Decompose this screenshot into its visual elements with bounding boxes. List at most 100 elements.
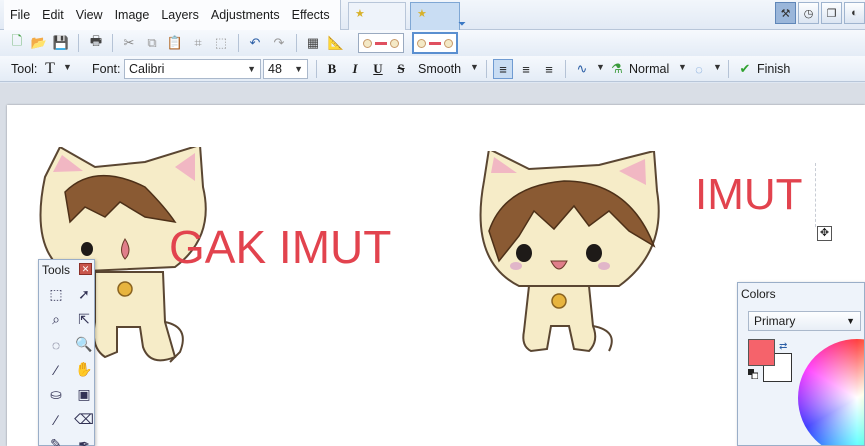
align-center-icon[interactable]: ≡	[516, 59, 536, 79]
chevron-down-icon: ▼	[294, 64, 303, 74]
zoom-icon[interactable]: 🔍	[72, 332, 96, 357]
color-picker-icon[interactable]: ✒	[72, 432, 96, 446]
blend-mode-select[interactable]: Normal	[629, 62, 669, 76]
text-tool-icon[interactable]: T	[40, 59, 60, 79]
cat-character-right	[479, 151, 660, 353]
magic-wand-icon[interactable]: ⁄	[44, 357, 68, 382]
font-size-select[interactable]: 48 ▼	[263, 59, 308, 79]
paste-icon[interactable]: 📋	[166, 34, 184, 52]
canvas-text-left: GAK IMUT	[169, 221, 392, 273]
tools-toggle-icon[interactable]: ⚒	[775, 2, 796, 24]
menu-effects[interactable]: Effects	[286, 0, 336, 30]
close-icon[interactable]: ✕	[79, 263, 92, 275]
document-tab-2[interactable]: ★	[410, 2, 460, 30]
new-file-icon[interactable]: 🗋	[8, 33, 26, 52]
redo-icon[interactable]: ↷	[270, 34, 288, 52]
blend-dropdown-icon[interactable]: ▼	[596, 62, 605, 72]
tool-grid: ⬚ ➚ ⌕ ⇱ ◌ 🔍 ⁄ ✋ ⛀ ▣ ∕ ⌫ ✎ ✒	[44, 282, 96, 446]
primary-color-swatch[interactable]	[748, 339, 775, 366]
canvas-text-right: IMUT	[695, 170, 803, 219]
image-thumbnail-1[interactable]	[358, 33, 404, 53]
separator	[316, 60, 317, 78]
menu-edit[interactable]: Edit	[36, 0, 70, 30]
reset-colors-icon[interactable]	[748, 369, 758, 379]
bold-button[interactable]: B	[322, 59, 342, 79]
swap-colors-icon[interactable]: ⇄	[779, 341, 787, 352]
thumbnail-text	[375, 41, 387, 45]
ellipse-select-icon[interactable]: ◌	[44, 332, 68, 357]
grid-icon[interactable]: ▦	[304, 34, 322, 52]
ruler-icon[interactable]: 📐	[327, 34, 345, 52]
strikethrough-button[interactable]: S	[391, 59, 411, 79]
tool-dropdown-icon[interactable]: ▼	[63, 62, 72, 72]
menu-layers[interactable]: Layers	[155, 0, 205, 30]
antialias-dropdown-icon[interactable]: ▼	[470, 62, 479, 72]
tools-window-title: Tools	[42, 263, 71, 277]
colors-toggle-icon[interactable]: ◐	[844, 2, 865, 24]
copy-icon[interactable]: ⧉	[143, 34, 161, 52]
image-thumbnail-2[interactable]	[412, 32, 458, 54]
crop-icon[interactable]: ⌗	[189, 34, 207, 52]
menu-adjustments[interactable]: Adjustments	[205, 0, 286, 30]
thumbnail-cat	[390, 38, 399, 48]
pencil-icon[interactable]: ✎	[44, 432, 68, 446]
main-toolbar: 🗋 📂 💾 🖶 ✂ ⧉ 📋 ⌗ ⬚ ↶ ↷ ▦ 📐	[0, 30, 865, 56]
thumbnail-text	[429, 41, 441, 45]
blend-curve-icon[interactable]: ∿	[572, 59, 592, 79]
history-toggle-icon[interactable]: ◷	[798, 2, 819, 24]
color-mode-select[interactable]: Primary ▼	[748, 311, 861, 331]
save-icon[interactable]: 💾	[52, 34, 70, 52]
selection-mode-icon[interactable]: ◌	[689, 59, 709, 79]
star-icon: ★	[355, 8, 365, 20]
finish-button[interactable]: Finish	[757, 62, 790, 76]
document-tab-1[interactable]: ★	[348, 2, 406, 30]
separator	[238, 34, 239, 52]
selection-mode-dropdown-icon[interactable]: ▼	[713, 62, 722, 72]
menu-image[interactable]: Image	[109, 0, 156, 30]
chevron-down-icon: ▼	[247, 64, 256, 74]
colors-window-title: Colors	[741, 287, 776, 301]
window-buttons: ⚒ ◷ ❐ ◐	[775, 2, 865, 24]
eraser-icon[interactable]: ⌫	[72, 407, 96, 432]
colors-window: Colors Primary ▼ ⇄	[737, 282, 865, 446]
underline-button[interactable]: U	[368, 59, 388, 79]
lasso-select-icon[interactable]: ⌕	[44, 307, 68, 332]
align-right-icon[interactable]: ≡	[539, 59, 559, 79]
workspace: GAK IMUT IMUT ✥	[0, 83, 865, 446]
open-folder-icon[interactable]: 📂	[30, 34, 48, 52]
paint-bucket-icon[interactable]: ⛀	[44, 382, 68, 407]
rectangle-select-icon[interactable]: ⬚	[44, 282, 68, 307]
text-tool-toolbar: Tool: T ▼ Font: Calibri ▼ 48 ▼ B I U S Smo…	[0, 56, 865, 82]
font-label: Font:	[92, 62, 121, 76]
align-left-icon[interactable]: ≡	[493, 59, 513, 79]
move-handle-icon[interactable]: ✥	[817, 226, 832, 241]
deselect-icon[interactable]: ⬚	[212, 34, 230, 52]
color-wheel[interactable]	[798, 339, 864, 445]
chevron-down-icon: ▼	[846, 316, 855, 326]
move-selected-icon[interactable]: ➚	[72, 282, 96, 307]
italic-button[interactable]: I	[345, 59, 365, 79]
separator	[728, 60, 729, 78]
flask-icon[interactable]: ⚗	[607, 59, 627, 79]
separator	[565, 60, 566, 78]
layers-toggle-icon[interactable]: ❐	[821, 2, 842, 24]
separator	[296, 34, 297, 52]
undo-icon[interactable]: ↶	[246, 34, 264, 52]
font-size-value: 48	[268, 62, 282, 76]
print-icon[interactable]: 🖶	[87, 33, 105, 52]
menu-file[interactable]: File	[4, 0, 36, 30]
menu-view[interactable]: View	[70, 0, 109, 30]
cut-icon[interactable]: ✂	[120, 34, 138, 52]
checkmark-icon[interactable]: ✔	[735, 59, 755, 79]
move-selection-icon[interactable]: ⇱	[72, 307, 96, 332]
font-select[interactable]: Calibri ▼	[124, 59, 261, 79]
tab-dropdown-arrow-icon[interactable]: ⏷	[458, 19, 466, 30]
pan-icon[interactable]: ✋	[72, 357, 96, 382]
main-menu: File Edit View Image Layers Adjustments …	[4, 0, 341, 30]
paintbrush-icon[interactable]: ∕	[44, 407, 68, 432]
blend-mode-dropdown-icon[interactable]: ▼	[678, 62, 687, 72]
antialias-select[interactable]: Smooth	[418, 62, 461, 76]
separator	[112, 34, 113, 52]
gradient-icon[interactable]: ▣	[72, 382, 96, 407]
font-value: Calibri	[129, 62, 165, 76]
